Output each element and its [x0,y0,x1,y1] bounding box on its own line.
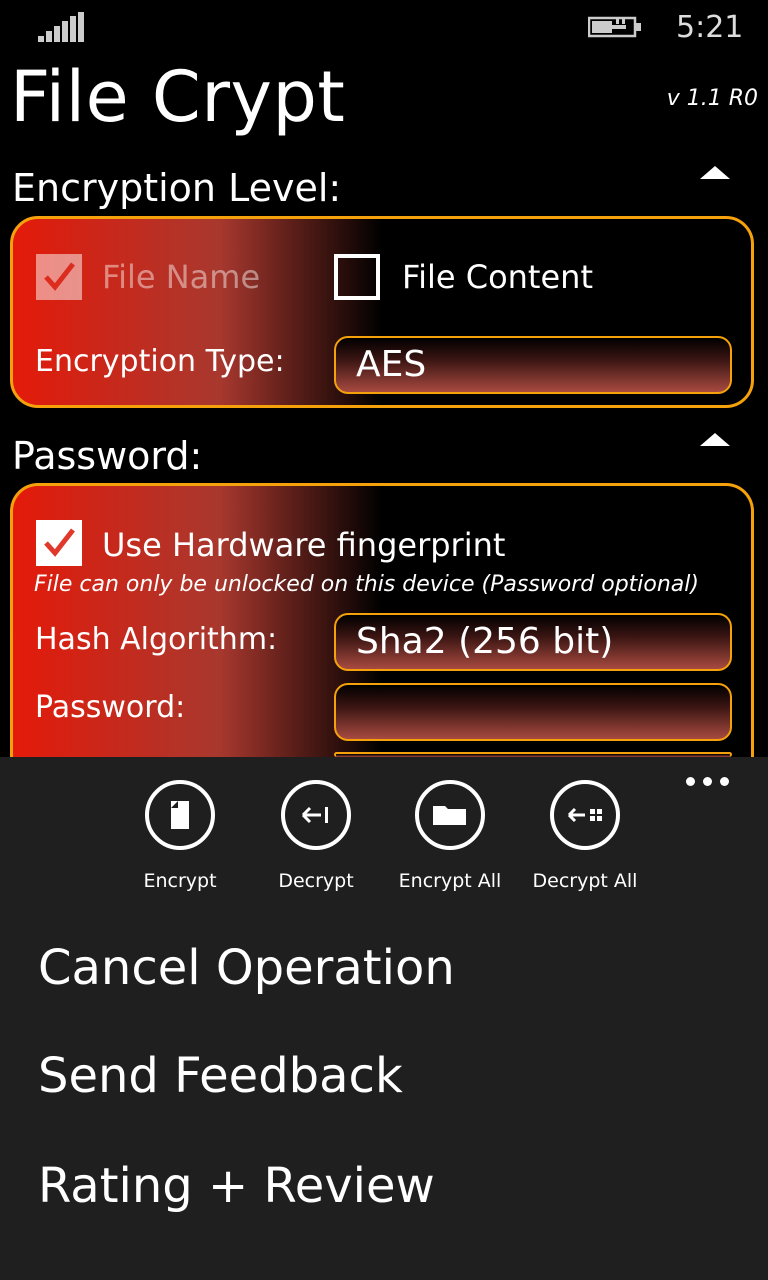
arrow-back-icon [301,806,328,824]
encrypt-all-label: Encrypt All [398,870,502,892]
battery-charging-icon [588,16,641,38]
hardware-fingerprint-checkbox[interactable] [36,520,82,566]
more-options-icon[interactable] [686,777,730,787]
arrow-grid-icon [567,807,602,823]
encrypt-button[interactable]: Encrypt [125,780,235,892]
file-icon [171,801,189,829]
menu-rating-review[interactable]: Rating + Review [38,1158,435,1214]
password-heading: Password: [12,434,203,478]
status-time: 5:21 [676,10,744,45]
menu-send-feedback[interactable]: Send Feedback [38,1048,403,1104]
encrypt-label: Encrypt [143,870,217,892]
encrypt-all-button[interactable]: Encrypt All [395,780,505,892]
hardware-fingerprint-hint: File can only be unlocked on this device… [34,572,699,597]
decrypt-all-label: Decrypt All [532,870,638,892]
encryption-type-label: Encryption Type: [35,344,285,379]
folder-icon [433,806,466,825]
file-content-checkbox[interactable] [334,254,380,300]
decrypt-all-button[interactable]: Decrypt All [530,780,640,892]
encryption-type-select[interactable]: AES [334,336,732,394]
checkmark-icon [44,528,75,557]
hash-algorithm-label: Hash Algorithm: [35,622,278,657]
version-label: v 1.1 R0 [666,86,758,111]
menu-cancel-operation[interactable]: Cancel Operation [38,940,455,996]
file-name-checkbox[interactable] [36,254,82,300]
encryption-level-heading: Encryption Level: [12,166,342,210]
file-content-label: File Content [402,258,593,296]
signal-strength-icon [38,12,86,42]
decrypt-button[interactable]: Decrypt [261,780,371,892]
app-title: File Crypt [10,56,346,138]
password-input[interactable] [334,683,732,741]
decrypt-label: Decrypt [278,870,354,892]
checkmark-icon [44,262,75,291]
password-label: Password: [35,690,186,725]
collapse-encryption-icon[interactable] [700,166,730,179]
file-name-label: File Name [102,258,261,296]
hardware-fingerprint-label: Use Hardware fingerprint [102,526,506,564]
collapse-password-icon[interactable] [700,433,730,446]
hash-algorithm-select[interactable]: Sha2 (256 bit) [334,613,732,671]
